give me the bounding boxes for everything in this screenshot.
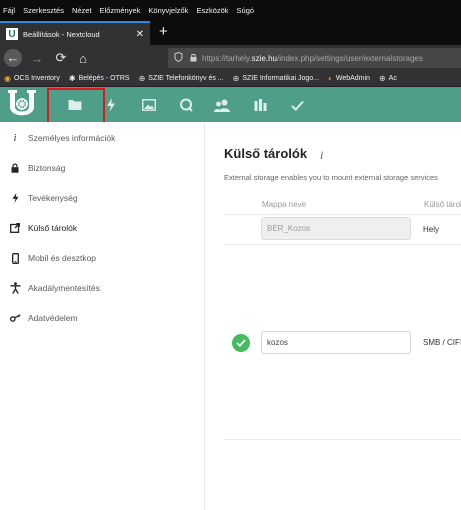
dashboard-icon[interactable] [252,97,268,113]
sidebar-item-activity[interactable]: Tevékenység [0,183,205,213]
back-button[interactable]: ← [4,49,22,67]
globe-icon: ⊕ [138,74,146,83]
menu-view[interactable]: Nézet [72,6,92,15]
otrs-icon: ✱ [68,74,76,83]
external-storage-icon [4,223,26,233]
settings-sidebar: i Személyes információk Biztonság Tevéke… [0,122,205,510]
bookmarks-toolbar: ◉ OCS Inventory ✱ Belépés - OTRS ⊕ SZIE … [0,71,461,87]
reload-button[interactable]: ⟳ [50,50,72,66]
gallery-icon[interactable] [141,97,157,113]
tracking-shield-icon[interactable] [174,51,183,64]
webadmin-icon: ◐ [328,74,333,83]
sidebar-item-privacy[interactable]: Adatvédelem [0,303,205,333]
tab-settings[interactable]: U Beállítások - Nextcloud ✕ [0,21,150,45]
table-row-divider [224,244,461,245]
sidebar-item-label: Biztonság [28,163,66,173]
url-bar[interactable]: https://tarhely.szie.hu/index.php/settin… [168,48,461,68]
sidebar-item-mobile-desktop[interactable]: Mobil és desztkop [0,243,205,273]
sidebar-item-label: Tevékenység [28,193,78,203]
menu-file[interactable]: Fájl [3,6,15,15]
tab-close-icon[interactable]: ✕ [136,29,144,40]
talk-icon[interactable] [178,97,194,113]
menu-history[interactable]: Előzmények [100,6,141,15]
table-divider [224,214,461,215]
globe-icon: ⊕ [378,74,386,83]
external-storage-section: Külső tárolók i External storage enables… [206,122,461,510]
menu-bookmarks[interactable]: Könyvjelzők [148,6,188,15]
bookmark-webadmin[interactable]: ◐ WebAdmin [328,74,370,83]
tab-bar: U Beállítások - Nextcloud ✕ + [0,20,461,45]
bookmark-szie-telefonkonyv[interactable]: ⊕ SZIE Telefonkönyv és ... [139,74,224,83]
globe-icon: ⊕ [232,74,240,83]
szie-logo[interactable] [6,89,38,119]
storage-type-cell: Hely [423,225,440,234]
tab-title: Beállítások - Nextcloud [23,29,100,39]
navigation-bar: ← → ⟳ ⌂ https://tarhely.szie.hu/index.ph… [0,45,461,71]
sidebar-item-label: Adatvédelem [28,313,78,323]
table-row-divider [224,439,461,440]
folder-name-input[interactable]: kozos [261,331,411,354]
forward-button[interactable]: → [26,51,48,66]
bookmark-label: SZIE Telefonkönyv és ... [148,75,224,82]
bookmark-label: WebAdmin [335,75,370,82]
column-header-folder-name: Mappa neve [262,200,307,209]
mobile-icon [4,252,26,264]
nextcloud-favicon-icon: U [6,28,18,40]
bookmark-label: Belépés - OTRS [78,75,130,82]
sidebar-item-accessibility[interactable]: Akadálymentesítés [0,273,205,303]
sidebar-item-label: Külső tárolók [28,223,78,233]
new-tab-button[interactable]: + [159,23,168,40]
bookmark-label: Ac [388,75,397,82]
activity-icon[interactable] [103,97,119,113]
home-button[interactable]: ⌂ [72,51,94,66]
section-title: Külső tárolók [224,146,308,161]
lock-icon [4,163,26,173]
url-domain: szie.hu [251,53,278,63]
sidebar-item-label: Mobil és desztkop [28,253,97,263]
info-icon[interactable]: i [320,148,323,163]
bookmark-ac[interactable]: ⊕ Ac [379,74,397,83]
contacts-icon[interactable] [214,97,230,113]
status-ok-icon [232,334,250,352]
tasks-icon[interactable] [289,97,305,113]
bookmark-label: SZIE Informatikai Jogo... [242,75,319,82]
sidebar-item-security[interactable]: Biztonság [0,153,205,183]
menu-help[interactable]: Súgó [237,6,255,15]
info-icon: i [13,132,17,144]
key-icon [4,314,26,322]
sidebar-item-personal-info[interactable]: i Személyes információk [0,123,205,153]
storage-type-cell: SMB / CIFS [423,338,461,347]
bookmark-label: OCS Inventory [13,75,60,82]
sidebar-item-external-storage[interactable]: Külső tárolók [0,213,205,243]
ocs-icon: ◉ [4,74,11,83]
lock-icon[interactable] [190,53,197,64]
activity-icon [4,193,26,203]
section-description: External storage enables you to mount ex… [224,173,438,182]
menu-bar: Fájl Szerkesztés Nézet Előzmények Könyvj… [0,0,461,20]
bookmark-szie-informatikai[interactable]: ⊕ SZIE Informatikai Jogo... [233,74,319,83]
url-text: https://tarhely.szie.hu/index.php/settin… [202,54,423,63]
bookmark-otrs[interactable]: ✱ Belépés - OTRS [69,74,130,83]
url-prefix: https://tarhely. [202,53,252,63]
sidebar-item-label: Személyes információk [28,133,116,143]
menu-edit[interactable]: Szerkesztés [23,6,64,15]
sidebar-item-label: Akadálymentesítés [28,283,100,293]
folder-name-input[interactable]: BER_Kozos [261,217,411,240]
menu-tools[interactable]: Eszközök [196,6,228,15]
column-header-external-storage: Külső tárol [424,200,461,209]
accessibility-icon [4,282,26,294]
url-path: /index.php/settings/user/externalstorage… [277,53,423,63]
bookmark-ocs-inventory[interactable]: ◉ OCS Inventory [4,74,60,83]
